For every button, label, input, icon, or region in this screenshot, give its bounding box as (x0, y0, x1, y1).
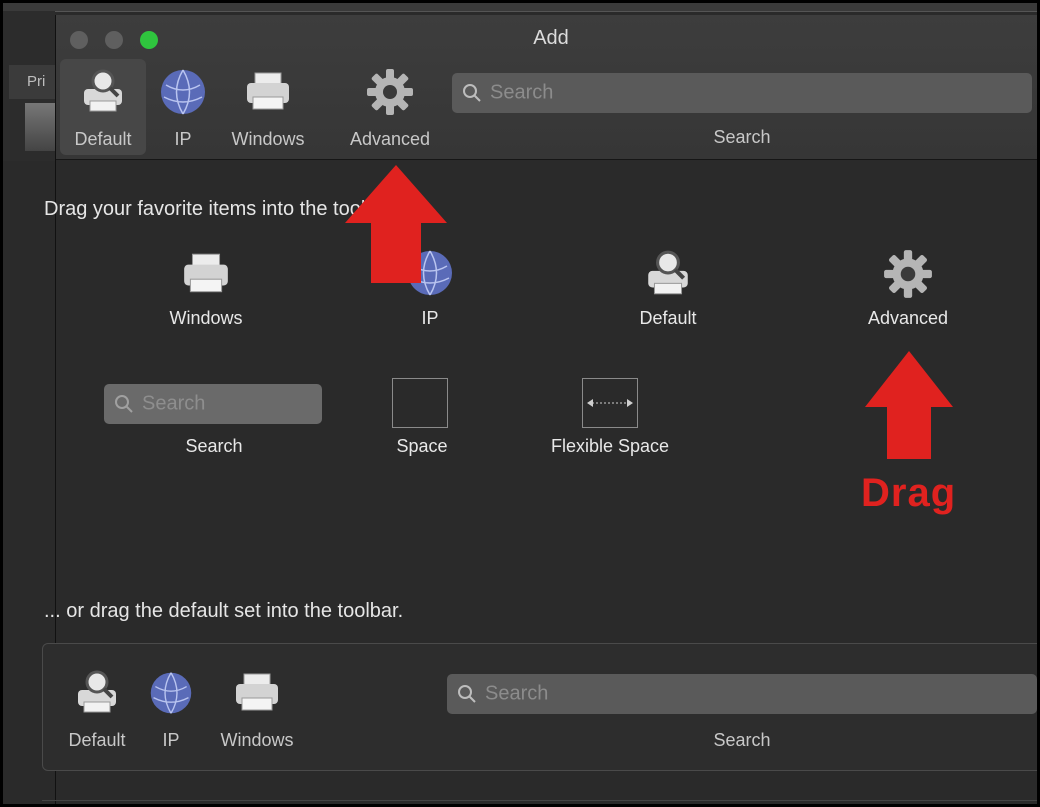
toolbar-search-field[interactable]: Search (452, 73, 1032, 113)
default-set-heading: ... or drag the default set into the too… (44, 600, 404, 622)
palette-item-default[interactable]: Default (618, 248, 718, 328)
palette-item-windows[interactable]: Windows (136, 248, 276, 328)
toolbar-item-label: Windows (231, 129, 305, 149)
default-set-item-label: Default (68, 730, 126, 750)
globe-icon (150, 672, 192, 714)
printer-icon (247, 72, 289, 110)
search-icon (115, 395, 133, 413)
palette-item-label: Search (185, 436, 243, 456)
palette-item-label: Windows (169, 308, 243, 328)
red-arrow-up-icon (865, 351, 953, 459)
background-tab[interactable]: Pri (9, 65, 55, 99)
flexible-space-box-icon (582, 378, 638, 428)
palette-item-label: Advanced (867, 308, 949, 328)
printer-magnifier-icon (78, 670, 116, 713)
toolbar-item-label: Advanced (349, 129, 431, 149)
palette-item-label: Space (396, 436, 448, 456)
palette-item-search[interactable]: Search Search (104, 384, 324, 464)
printer-magnifier-icon (648, 250, 688, 295)
default-set-item-label: IP (162, 730, 180, 750)
default-set-well[interactable]: Default IP Windows Search Search (42, 643, 1037, 771)
background-printer-thumbnail (25, 103, 55, 151)
search-icon (463, 84, 481, 102)
divider (42, 800, 1037, 801)
default-set-search-field: Search (447, 674, 1037, 714)
palette-item-space[interactable]: Space (382, 378, 462, 468)
window-title: Add (533, 27, 569, 49)
drag-annotation: Drag (861, 471, 957, 515)
search-placeholder: Search (490, 81, 554, 104)
toolbar-item-ip[interactable]: IP (152, 59, 214, 155)
default-set-item-windows: Windows (207, 668, 307, 758)
palette-item-label: Flexible Space (550, 436, 670, 456)
gear-icon (367, 69, 413, 115)
palette-item-advanced[interactable]: Advanced (848, 248, 968, 328)
toolbar-item-default[interactable]: Default (60, 59, 146, 155)
toolbar-search-label: Search (713, 127, 771, 147)
globe-icon (161, 69, 205, 115)
palette-search-field: Search (104, 384, 322, 424)
default-set-search-label: Search (713, 730, 771, 750)
gear-icon (884, 250, 932, 298)
red-arrow-up-icon (345, 165, 447, 283)
screenshot-frame: Pri Add Default IP Windows Advanced Sear… (0, 0, 1040, 807)
toolbar-item-label: Default (74, 129, 132, 149)
toolbar-item-advanced[interactable]: Advanced (338, 59, 442, 155)
palette-item-label: IP (421, 308, 439, 328)
search-placeholder: Search (485, 682, 549, 705)
palette-item-flexible-space[interactable]: Flexible Space (530, 378, 690, 468)
toolbar-item-label: IP (174, 129, 192, 149)
space-box-icon (392, 378, 448, 428)
printer-magnifier-icon (84, 69, 122, 112)
palette-item-label: Default (639, 308, 697, 328)
printer-icon (236, 673, 278, 711)
background-window-strip (3, 3, 1037, 12)
printer-icon (184, 253, 228, 293)
default-set-item-default: Default (57, 668, 137, 758)
toolbar-item-windows[interactable]: Windows (220, 59, 316, 155)
background-window: Pri (3, 11, 55, 161)
search-placeholder: Search (142, 392, 206, 415)
default-set-item-label: Windows (220, 730, 294, 750)
search-icon (458, 685, 476, 703)
double-arrow-icon (587, 399, 633, 407)
default-set-item-ip: IP (141, 668, 201, 758)
titlebar-toolbar: Add Default IP Windows Advanced Search S… (56, 15, 1037, 160)
